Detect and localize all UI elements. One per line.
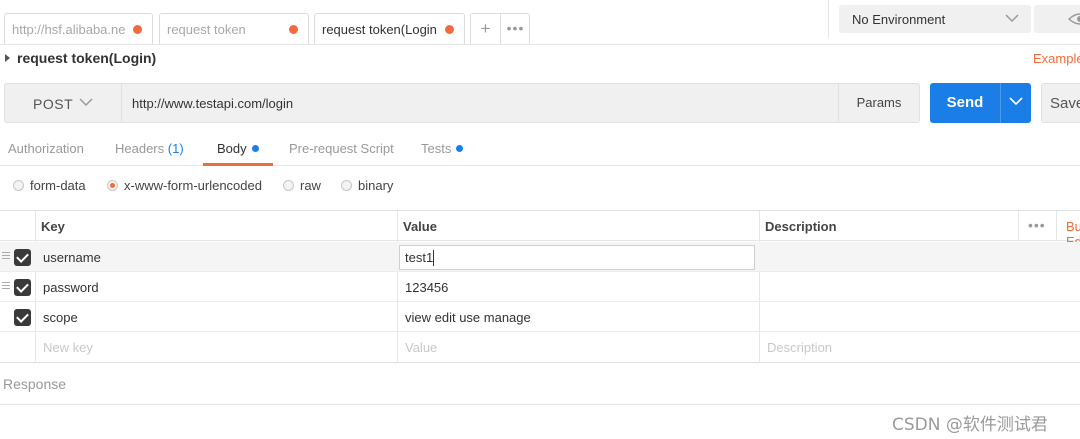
request-tab-request-token[interactable]: request token [159,13,309,44]
unsaved-dot-icon [133,25,142,34]
column-header-value: Value [403,219,437,234]
new-tab-group: + ••• [470,13,530,44]
send-options-button[interactable] [1000,83,1031,123]
radio-label: binary [358,178,394,193]
send-button[interactable]: Send [930,83,1000,123]
response-divider [0,404,1080,405]
row-enabled-checkbox[interactable] [14,309,31,326]
tab-tests[interactable]: Tests [421,141,464,156]
new-table-row: New key Value Description [0,332,1080,362]
table-more-button[interactable]: ••• [1028,217,1046,233]
row-value-input[interactable]: test1 [399,245,755,270]
radio-circle-icon [283,180,294,191]
drag-handle-icon[interactable] [2,282,10,291]
row-enabled-checkbox[interactable] [14,279,31,296]
chevron-down-icon [1009,97,1023,106]
tab-authorization[interactable]: Authorization [8,141,84,156]
more-tabs-button[interactable]: ••• [501,14,530,44]
response-section-label: Response [3,376,67,392]
radio-label: form-data [30,178,86,193]
radio-urlencoded[interactable]: x-www-form-urlencoded [107,178,262,193]
request-title: request token(Login) [17,50,157,66]
table-row: password 123456 [0,272,1080,302]
environment-quick-look-button[interactable] [1034,5,1080,33]
request-tab-login[interactable]: request token(Login [314,13,465,44]
text-cursor [433,250,434,266]
request-tab-label: http://hsf.alibaba.ne [12,22,126,37]
tests-indicator-dot-icon [456,145,464,152]
environment-panel: No Environment [828,0,1031,38]
table-row: username test1 [0,242,1080,272]
new-key-input[interactable]: New key [43,340,93,355]
column-divider [1056,211,1057,241]
radio-raw[interactable]: raw [283,178,321,193]
chevron-down-icon [1005,14,1019,23]
examples-link[interactable]: Examples [1033,51,1080,66]
column-divider [1018,211,1019,241]
radio-circle-icon [107,180,118,191]
method-select[interactable]: POST [4,83,122,123]
chevron-down-icon [79,98,93,107]
headers-count-badge: (1) [167,141,184,156]
request-tab-label: request token(Login [322,22,437,37]
request-title-row: request token(Login) Examples [0,47,1080,71]
radio-label: x-www-form-urlencoded [124,178,262,193]
new-value-input[interactable]: Value [405,340,437,355]
table-row: scope view edit use manage [0,302,1080,332]
radio-circle-icon [13,180,24,191]
column-header-description: Description [765,219,837,234]
eye-icon [1068,13,1080,25]
environment-label: No Environment [852,12,946,27]
active-tab-underline [203,163,273,166]
unsaved-dot-icon [289,25,298,34]
radio-circle-icon [341,180,352,191]
tab-prerequest-script[interactable]: Pre-request Script [289,141,394,156]
url-value: http://www.testapi.com/login [132,96,294,111]
request-tab-hsf[interactable]: http://hsf.alibaba.ne [4,13,153,44]
tab-headers-label: Headers [115,141,165,156]
request-tab-strip: http://hsf.alibaba.ne request token requ… [0,0,1080,45]
tab-body-label: Body [217,141,247,156]
body-type-radio-group: form-data x-www-form-urlencoded raw bina… [0,172,1080,200]
column-header-key: Key [41,219,65,234]
drag-handle-icon[interactable] [2,252,10,261]
tab-headers[interactable]: Headers (1) [115,141,184,156]
row-key[interactable]: password [43,280,99,295]
radio-label: raw [300,178,321,193]
method-label: POST [33,96,74,112]
watermark-text: CSDN @软件测试君 [892,415,1048,435]
environment-select[interactable]: No Environment [839,5,1031,33]
row-value[interactable]: 123456 [405,280,448,295]
params-button[interactable]: Params [838,83,920,123]
tab-body[interactable]: Body [217,141,259,156]
row-key[interactable]: username [43,250,101,265]
radio-form-data[interactable]: form-data [13,178,86,193]
row-value[interactable]: view edit use manage [405,310,531,325]
url-input[interactable]: http://www.testapi.com/login [121,83,839,123]
row-key[interactable]: scope [43,310,78,325]
expand-caret-icon[interactable] [5,54,10,62]
row-value: test1 [405,250,434,265]
body-indicator-dot-icon [251,145,259,152]
request-subtabs: Authorization Headers (1) Body Pre-reque… [0,132,1080,166]
send-button-group: Send [930,83,1031,123]
request-tab-label: request token [167,22,246,37]
save-button[interactable]: Save [1041,83,1080,123]
row-enabled-checkbox[interactable] [14,249,31,266]
new-description-input[interactable]: Description [767,340,832,355]
unsaved-dot-icon [445,25,454,34]
add-tab-button[interactable]: + [471,14,501,44]
key-value-table: Key Value Description ••• Bulk Edit user… [0,210,1080,363]
radio-binary[interactable]: binary [341,178,393,193]
tab-tests-label: Tests [421,141,452,156]
table-header-row: Key Value Description ••• Bulk Edit [0,211,1080,249]
